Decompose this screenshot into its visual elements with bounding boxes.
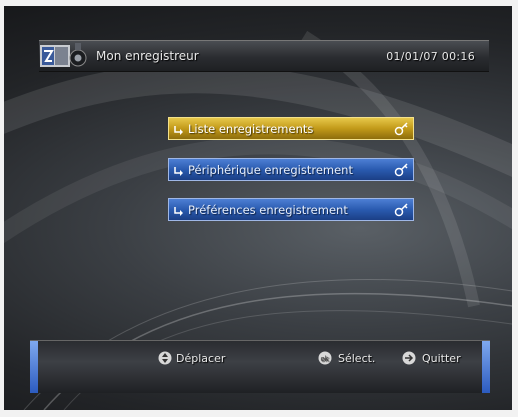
hint-move-label: Déplacer <box>176 351 226 365</box>
record-key-icon <box>394 121 408 135</box>
footer-right-accent <box>482 341 490 393</box>
footer-help-bar: Déplacer ok Sélect. Quitter <box>30 340 490 393</box>
menu-item-arrow-icon <box>174 125 183 135</box>
hint-quit-label: Quitter <box>422 351 461 365</box>
menu-item-label: Préférences enregistrement <box>188 202 348 217</box>
hint-select-label: Sélect. <box>338 351 376 365</box>
menu-item-liste-enregistrements[interactable]: Liste enregistrements <box>168 117 414 140</box>
svg-text:ok: ok <box>321 355 330 363</box>
menu-item-arrow-icon <box>174 166 183 176</box>
record-key-icon <box>394 202 408 216</box>
menu-item-label: Périphérique enregistrement <box>188 162 353 177</box>
ok-button-icon: ok <box>318 351 332 365</box>
menu-item-arrow-icon <box>174 206 183 216</box>
sat-receiver-logo-icon <box>38 41 88 71</box>
menu-item-preferences-enregistrement[interactable]: Préférences enregistrement <box>168 198 414 221</box>
header-bar: Mon enregistreur 01/01/07 00:16 <box>39 40 489 72</box>
hint-select: ok Sélect. <box>318 351 375 365</box>
hint-move: Déplacer <box>158 351 225 365</box>
menu-item-label: Liste enregistrements <box>188 121 314 136</box>
footer-left-accent <box>30 341 38 393</box>
hint-quit: Quitter <box>402 351 461 365</box>
exit-arrow-icon <box>402 351 416 365</box>
menu-item-peripherique-enregistrement[interactable]: Périphérique enregistrement <box>168 158 414 181</box>
clock: 01/01/07 00:16 <box>386 49 475 63</box>
tv-screen: Mon enregistreur 01/01/07 00:16 Liste en… <box>4 6 512 410</box>
record-key-icon <box>394 162 408 176</box>
updown-arrows-icon <box>158 351 172 365</box>
page-title: Mon enregistreur <box>96 49 199 63</box>
